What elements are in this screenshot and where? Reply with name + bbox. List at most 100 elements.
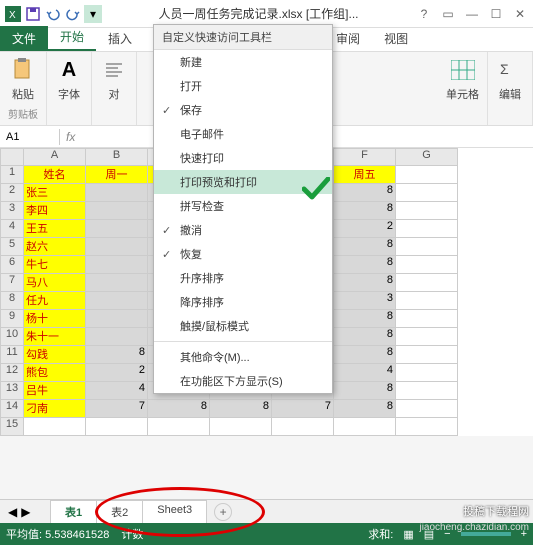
redo-icon[interactable] xyxy=(64,5,82,23)
cell[interactable] xyxy=(86,184,148,202)
row-header[interactable]: 12 xyxy=(0,364,24,382)
tab-home[interactable]: 开始 xyxy=(48,24,96,51)
minimize-icon[interactable]: — xyxy=(463,5,481,23)
cell[interactable]: 杨十 xyxy=(24,310,86,328)
sheet-tab[interactable]: Sheet3 xyxy=(142,500,207,523)
cell[interactable]: 赵六 xyxy=(24,238,86,256)
cell[interactable]: 周五 xyxy=(334,166,396,184)
cell[interactable] xyxy=(272,418,334,436)
name-box[interactable]: A1 xyxy=(0,129,60,145)
cell[interactable] xyxy=(396,418,458,436)
cell[interactable] xyxy=(396,346,458,364)
cell[interactable]: 王五 xyxy=(24,220,86,238)
row-header[interactable]: 3 xyxy=(0,202,24,220)
cell[interactable]: 吕牛 xyxy=(24,382,86,400)
row-header[interactable]: 11 xyxy=(0,346,24,364)
align-button[interactable]: 对 xyxy=(100,56,128,102)
cell[interactable] xyxy=(86,274,148,292)
edit-button[interactable]: Σ 编辑 xyxy=(496,56,524,102)
cell[interactable]: 8 xyxy=(334,346,396,364)
cell[interactable]: 8 xyxy=(334,202,396,220)
cell[interactable] xyxy=(396,274,458,292)
col-header[interactable]: B xyxy=(86,148,148,166)
qat-dropdown-icon[interactable]: ▾ xyxy=(84,5,102,23)
cell[interactable]: 8 xyxy=(334,274,396,292)
cell[interactable]: 8 xyxy=(334,238,396,256)
col-header[interactable]: A xyxy=(24,148,86,166)
cell[interactable]: 8 xyxy=(334,328,396,346)
menu-item[interactable]: 新建 xyxy=(154,50,332,74)
cell[interactable] xyxy=(396,382,458,400)
menu-item[interactable]: 在功能区下方显示(S) xyxy=(154,369,332,393)
cell[interactable]: 熊包 xyxy=(24,364,86,382)
cell[interactable]: 马八 xyxy=(24,274,86,292)
cell[interactable] xyxy=(396,310,458,328)
sheet-tab[interactable]: 表2 xyxy=(96,500,143,523)
view-normal-icon[interactable]: ▦ xyxy=(403,528,413,541)
row-header[interactable]: 2 xyxy=(0,184,24,202)
menu-item[interactable]: 降序排序 xyxy=(154,290,332,314)
cell[interactable]: 8 xyxy=(334,310,396,328)
menu-item[interactable]: 其他命令(M)... xyxy=(154,345,332,369)
cell[interactable]: 8 xyxy=(210,400,272,418)
cell[interactable] xyxy=(396,400,458,418)
cell[interactable] xyxy=(86,220,148,238)
row-header[interactable]: 14 xyxy=(0,400,24,418)
col-header[interactable]: G xyxy=(396,148,458,166)
save-icon[interactable] xyxy=(24,5,42,23)
cell[interactable]: 8 xyxy=(334,184,396,202)
cell[interactable] xyxy=(86,418,148,436)
cell[interactable] xyxy=(396,328,458,346)
cell[interactable]: 7 xyxy=(272,400,334,418)
cell[interactable] xyxy=(86,310,148,328)
menu-item[interactable]: 升序排序 xyxy=(154,266,332,290)
ribbon-display-icon[interactable]: ▭ xyxy=(439,5,457,23)
row-header[interactable]: 9 xyxy=(0,310,24,328)
cell[interactable] xyxy=(396,292,458,310)
sheet-tab[interactable]: 表1 xyxy=(50,500,97,523)
menu-item[interactable]: 打开 xyxy=(154,74,332,98)
cell[interactable]: 李四 xyxy=(24,202,86,220)
row-header[interactable]: 4 xyxy=(0,220,24,238)
cell[interactable]: 2 xyxy=(334,220,396,238)
cell[interactable] xyxy=(396,220,458,238)
cell[interactable] xyxy=(396,202,458,220)
cell[interactable]: 8 xyxy=(334,256,396,274)
select-all-corner[interactable] xyxy=(0,148,24,166)
menu-item[interactable]: 快速打印 xyxy=(154,146,332,170)
cell[interactable]: 8 xyxy=(334,382,396,400)
cell[interactable] xyxy=(86,328,148,346)
cell[interactable] xyxy=(396,238,458,256)
col-header[interactable]: F xyxy=(334,148,396,166)
row-header[interactable]: 7 xyxy=(0,274,24,292)
cell[interactable] xyxy=(396,364,458,382)
menu-item[interactable]: 触摸/鼠标模式 xyxy=(154,314,332,338)
row-header[interactable]: 1 xyxy=(0,166,24,184)
cell[interactable]: 牛七 xyxy=(24,256,86,274)
menu-item[interactable]: 电子邮件 xyxy=(154,122,332,146)
row-header[interactable]: 6 xyxy=(0,256,24,274)
row-header[interactable]: 8 xyxy=(0,292,24,310)
cells-button[interactable]: 单元格 xyxy=(446,56,479,102)
tab-insert[interactable]: 插入 xyxy=(96,26,144,51)
undo-icon[interactable] xyxy=(44,5,62,23)
cell[interactable] xyxy=(86,202,148,220)
cell[interactable]: 3 xyxy=(334,292,396,310)
cell[interactable]: 刁南 xyxy=(24,400,86,418)
cell[interactable] xyxy=(396,166,458,184)
cell[interactable]: 7 xyxy=(86,400,148,418)
cell[interactable]: 4 xyxy=(334,364,396,382)
paste-button[interactable]: 粘贴 xyxy=(9,56,37,102)
help-icon[interactable]: ? xyxy=(415,5,433,23)
cell[interactable]: 2 xyxy=(86,364,148,382)
cell[interactable]: 张三 xyxy=(24,184,86,202)
cell[interactable]: 勾践 xyxy=(24,346,86,364)
cell[interactable] xyxy=(210,418,272,436)
cell[interactable]: 任九 xyxy=(24,292,86,310)
cell[interactable]: 姓名 xyxy=(24,166,86,184)
cell[interactable]: 8 xyxy=(148,400,210,418)
cell[interactable] xyxy=(396,184,458,202)
cell[interactable] xyxy=(396,256,458,274)
row-header[interactable]: 15 xyxy=(0,418,24,436)
new-sheet-button[interactable]: + xyxy=(214,503,232,521)
